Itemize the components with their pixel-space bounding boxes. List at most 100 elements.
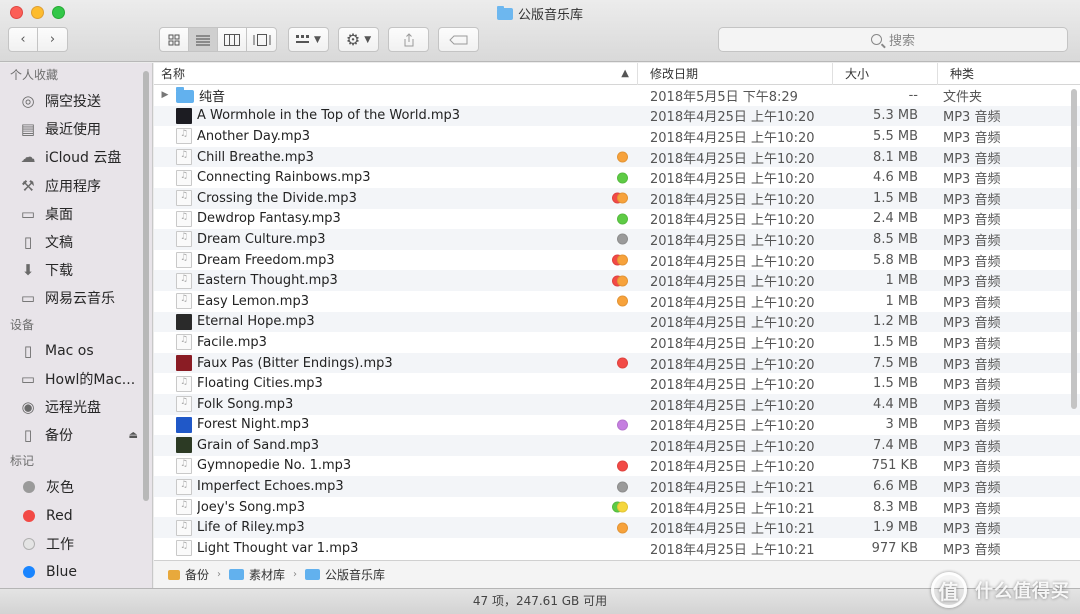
column-header-size-label: 大小 — [845, 67, 870, 81]
sidebar-item-label: Red — [46, 507, 73, 524]
file-row[interactable]: Floating Cities.mp3 2018年4月25日 上午10:20 1.5… — [154, 373, 1080, 394]
file-row[interactable]: Folk Song.mp3 2018年4月25日 上午10:20 4.4 MB MP3… — [154, 393, 1080, 415]
status-bar: 47 项，247.61 GB 可用 — [0, 588, 1080, 614]
file-row[interactable]: Light Thought var 1.mp3 2018年4月25日 上午10:2… — [154, 538, 1080, 559]
disk-icon: ▯ — [23, 426, 33, 445]
file-name: Connecting Rainbows.mp3 — [197, 170, 371, 186]
sidebar-item-label: 文稿 — [45, 235, 73, 252]
sidebar-item[interactable]: ⬇ 下载 — [0, 256, 152, 284]
file-row[interactable]: Joey's Song.mp3 2018年4月25日 上午10:21 8.3 MB M… — [154, 497, 1080, 518]
path-item[interactable]: 素材库 — [229, 566, 285, 583]
file-row[interactable]: Eternal Hope.mp3 2018年4月25日 上午10:20 1.2 MB… — [154, 311, 1080, 333]
path-item[interactable]: 备份 — [168, 566, 209, 583]
sidebar-item[interactable]: ▯ 文稿 — [0, 228, 152, 256]
list-view-button[interactable] — [189, 28, 218, 51]
sidebar-item[interactable]: ◎ 隔空投送 — [0, 87, 152, 115]
file-row[interactable]: Imperfect Echoes.mp3 2018年4月25日 上午10:21 6.… — [154, 476, 1080, 497]
file-row[interactable]: Eastern Thought.mp3 2018年4月25日 上午10:20 1 M… — [154, 270, 1080, 291]
tag-dot-icon — [617, 213, 628, 225]
tag-dots — [617, 419, 628, 431]
back-button[interactable]: ‹ — [9, 28, 38, 51]
list-scrollbar[interactable] — [1071, 89, 1077, 409]
column-header-date[interactable]: 修改日期 — [638, 63, 833, 85]
column-header-kind[interactable]: 种类 — [938, 63, 1078, 85]
file-row[interactable]: Crossing the Divide.mp3 2018年4月25日 上午10:2… — [154, 187, 1080, 209]
sidebar-item[interactable]: ⚒ 应用程序 — [0, 172, 152, 200]
column-header-name[interactable]: 名称 ▲ — [154, 63, 638, 85]
audio-file-icon — [176, 519, 192, 536]
file-row[interactable]: Dream Freedom.mp3 2018年4月25日 上午10:20 5.8 M… — [154, 250, 1080, 271]
folder-row[interactable]: ▶ 纯音 2018年5月5日 下午8:29 -- 文件夹 — [154, 85, 1080, 106]
file-name: Grain of Sand.mp3 — [197, 437, 320, 453]
file-row[interactable]: Life of Riley.mp3 2018年4月25日 上午10:21 1.9 M… — [154, 517, 1080, 539]
sidebar-item[interactable]: 灰色 — [0, 473, 152, 501]
size-cell: 6.6 MB — [873, 479, 918, 495]
action-menu-button[interactable]: ⚙ ▼ — [338, 27, 379, 52]
search-field[interactable]: 搜索 — [718, 27, 1068, 52]
gallery-view-button[interactable] — [247, 28, 276, 51]
date-cell: 2018年4月25日 上午10:20 — [650, 192, 815, 208]
file-name: Light Thought var 1.mp3 — [197, 540, 359, 556]
group-by-button[interactable]: ▼ — [288, 27, 329, 52]
file-row[interactable]: Dream Culture.mp3 2018年4月25日 上午10:20 8.5 M… — [154, 229, 1080, 250]
sidebar-item[interactable]: Red — [0, 501, 152, 529]
column-header-date-label: 修改日期 — [650, 67, 699, 81]
edit-tags-button[interactable] — [438, 27, 479, 52]
path-item-label: 公版音乐库 — [325, 568, 386, 582]
file-row[interactable]: A Wormhole in the Top of the World.mp3 20… — [154, 105, 1080, 127]
sidebar-item-label: Howl的Mac... — [45, 371, 136, 388]
file-name: A Wormhole in the Top of the World.mp3 — [197, 108, 461, 124]
file-row[interactable]: Another Day.mp3 2018年4月25日 上午10:20 5.5 MB M… — [154, 126, 1080, 147]
column-header-name-label: 名称 — [161, 67, 186, 81]
sidebar-item[interactable]: ▭ Howl的Mac... — [0, 365, 152, 393]
sidebar-item[interactable]: ▭ 桌面 — [0, 200, 152, 228]
kind-cell: MP3 音频 — [943, 542, 1001, 558]
kind-cell: MP3 音频 — [943, 275, 1001, 291]
tag-dots — [612, 192, 628, 204]
disk-icon: ▯ — [23, 341, 33, 360]
file-row[interactable]: Connecting Rainbows.mp3 2018年4月25日 上午10:2… — [154, 167, 1080, 188]
kind-cell: MP3 音频 — [943, 316, 1001, 332]
date-cell: 2018年4月25日 上午10:20 — [650, 233, 815, 249]
date-cell: 2018年4月25日 上午10:21 — [650, 522, 815, 538]
sidebar-item[interactable]: ▭ 网易云音乐 — [0, 284, 152, 312]
sidebar-item[interactable]: ▯ Mac os — [0, 337, 152, 365]
sidebar-item[interactable]: 工作 — [0, 530, 152, 558]
tag-dots — [612, 254, 628, 266]
column-header-size[interactable]: 大小 — [833, 63, 938, 85]
sidebar-item[interactable]: ▤ 最近使用 — [0, 115, 152, 143]
icon-view-button[interactable] — [160, 28, 189, 51]
tag-icon — [448, 35, 467, 44]
audio-file-icon — [176, 540, 192, 557]
sidebar-item[interactable]: ▯ 备份 ⏏ — [0, 421, 152, 449]
date-cell: 2018年4月25日 上午10:20 — [650, 460, 815, 476]
path-item[interactable]: 公版音乐库 — [305, 566, 385, 583]
date-cell: 2018年4月25日 上午10:20 — [650, 110, 815, 126]
size-cell: 1.9 MB — [873, 520, 918, 536]
file-row[interactable]: Gymnopedie No. 1.mp3 2018年4月25日 上午10:20 75… — [154, 456, 1080, 477]
file-row[interactable]: Faux Pas (Bitter Endings).mp3 2018年4月25日 … — [154, 352, 1080, 374]
file-row[interactable]: Chill Breathe.mp3 2018年4月25日 上午10:20 8.1 M… — [154, 146, 1080, 168]
sidebar-item[interactable]: ☁ iCloud 云盘 — [0, 143, 152, 171]
folder-icon — [496, 6, 513, 20]
file-row[interactable]: Easy Lemon.mp3 2018年4月25日 上午10:20 1 MB MP3 … — [154, 291, 1080, 312]
sidebar-item[interactable]: Blue — [0, 558, 152, 586]
audio-file-icon — [176, 149, 192, 166]
forward-button[interactable]: › — [38, 28, 67, 51]
file-name: Faux Pas (Bitter Endings).mp3 — [197, 355, 393, 371]
sidebar-scrollbar[interactable] — [143, 71, 149, 501]
tag-dot-icon — [617, 295, 628, 307]
file-row[interactable]: Forest Night.mp3 2018年4月25日 上午10:20 3 MB MP… — [154, 415, 1080, 436]
file-row[interactable]: Facile.mp3 2018年4月25日 上午10:20 1.5 MB MP3 音频 — [154, 332, 1080, 353]
file-row[interactable]: Dewdrop Fantasy.mp3 2018年4月25日 上午10:20 2.4… — [154, 209, 1080, 230]
file-name: Life of Riley.mp3 — [197, 520, 305, 536]
disclosure-triangle-icon[interactable]: ▶ — [154, 90, 176, 100]
date-cell: 2018年4月25日 上午10:21 — [650, 481, 815, 497]
column-view-button[interactable] — [218, 28, 247, 51]
eject-icon[interactable]: ⏏ — [129, 430, 138, 441]
share-icon — [404, 32, 413, 46]
file-row[interactable]: Grain of Sand.mp3 2018年4月25日 上午10:20 7.4 M… — [154, 435, 1080, 456]
sidebar-item[interactable]: ◉ 远程光盘 — [0, 393, 152, 421]
share-button[interactable] — [388, 27, 429, 52]
kind-cell: MP3 音频 — [943, 357, 1001, 373]
